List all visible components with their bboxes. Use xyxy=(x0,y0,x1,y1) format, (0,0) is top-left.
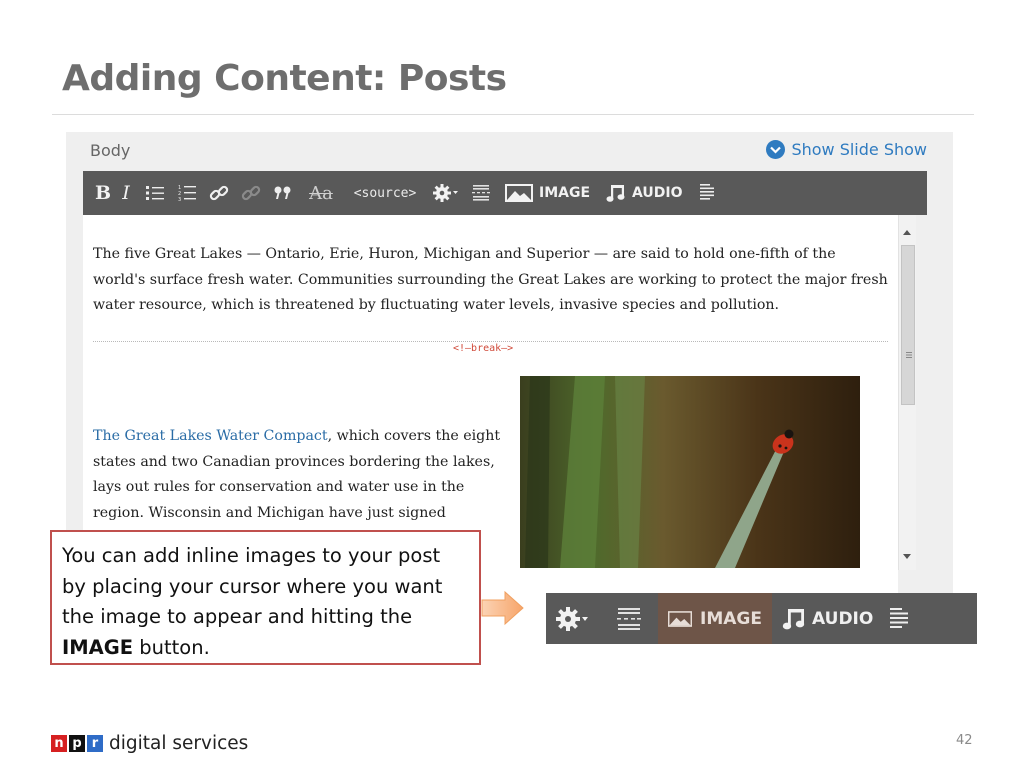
callout-text: You can add inline images to your post b… xyxy=(62,544,443,659)
page-break-button[interactable] xyxy=(465,171,497,215)
break-marker: <!—break—> xyxy=(453,343,514,354)
ladybug-photo[interactable] xyxy=(520,376,860,568)
page-break-icon xyxy=(617,607,641,630)
gear-icon xyxy=(556,606,588,631)
scroll-up-arrow-icon[interactable] xyxy=(903,230,911,235)
slide-title: Adding Content: Posts xyxy=(62,58,507,99)
source-button[interactable]: <source> xyxy=(343,171,427,215)
npr-digital-services-logo: n p r digital services xyxy=(51,733,248,754)
document-button[interactable] xyxy=(691,171,723,215)
image-icon xyxy=(668,610,693,627)
npr-logo: n p r xyxy=(51,735,103,752)
audio-icon xyxy=(782,608,805,629)
instruction-callout: You can add inline images to your post b… xyxy=(50,530,481,665)
zoom-image-button[interactable]: IMAGE xyxy=(658,593,772,644)
zoom-page-break-button[interactable] xyxy=(600,593,658,644)
gear-icon xyxy=(433,184,458,202)
body-field-label: Body xyxy=(90,141,131,160)
scroll-down-arrow-icon[interactable] xyxy=(903,554,911,559)
image-icon xyxy=(505,184,533,202)
page-number: 42 xyxy=(956,733,973,748)
content-scrollbar[interactable] xyxy=(898,215,916,570)
numbered-list-button[interactable]: 123 xyxy=(171,171,203,215)
zoom-settings-button[interactable] xyxy=(546,593,600,644)
link-icon xyxy=(209,185,229,201)
document-icon xyxy=(890,607,909,628)
strikethrough-button[interactable]: Aa xyxy=(299,171,343,215)
audio-button-label: AUDIO xyxy=(632,185,683,201)
unlink-icon xyxy=(241,185,261,201)
document-icon xyxy=(699,184,714,200)
npr-letter-n: n xyxy=(51,735,67,752)
zoom-audio-label: AUDIO xyxy=(812,608,874,629)
zoomed-toolbar: IMAGE AUDIO xyxy=(546,593,977,644)
npr-letter-p: p xyxy=(69,735,85,752)
zoom-image-label: IMAGE xyxy=(700,608,762,629)
link-button[interactable] xyxy=(203,171,235,215)
water-compact-link[interactable]: The Great Lakes Water Compact xyxy=(93,428,328,444)
italic-button[interactable]: I xyxy=(113,171,139,215)
body-paragraph-2: The Great Lakes Water Compact, which cov… xyxy=(93,424,505,526)
blockquote-icon xyxy=(274,186,291,199)
right-arrow-icon xyxy=(481,590,524,626)
image-button[interactable]: IMAGE xyxy=(497,171,598,215)
brand-text: digital services xyxy=(109,733,249,754)
audio-icon xyxy=(606,185,625,202)
callout-bold-word: IMAGE xyxy=(62,635,134,659)
body-paragraph-1: The five Great Lakes — Ontario, Erie, Hu… xyxy=(93,246,888,313)
blockquote-button[interactable] xyxy=(267,171,299,215)
scrollbar-thumb[interactable] xyxy=(901,245,915,405)
chevron-down-icon xyxy=(766,140,786,159)
editor-toolbar: B I 123 Aa <source> IMAGE AUDIO xyxy=(83,171,927,215)
unlink-button[interactable] xyxy=(235,171,267,215)
zoom-audio-button[interactable]: AUDIO xyxy=(772,593,879,644)
zoom-document-button[interactable] xyxy=(879,593,919,644)
page-break-line xyxy=(93,341,888,342)
numbered-list-icon: 123 xyxy=(178,185,196,202)
audio-button[interactable]: AUDIO xyxy=(598,171,691,215)
show-slide-show-toggle[interactable]: Show Slide Show xyxy=(766,140,927,159)
bold-button[interactable]: B xyxy=(93,171,113,215)
page-break-icon xyxy=(472,185,490,201)
title-divider xyxy=(52,114,974,115)
show-slide-show-label: Show Slide Show xyxy=(791,140,927,159)
image-button-label: IMAGE xyxy=(539,185,591,201)
bullet-list-button[interactable] xyxy=(139,171,171,215)
settings-button[interactable] xyxy=(427,171,465,215)
npr-letter-r: r xyxy=(87,735,103,752)
svg-text:3: 3 xyxy=(178,197,181,202)
bullet-list-icon xyxy=(146,186,164,200)
